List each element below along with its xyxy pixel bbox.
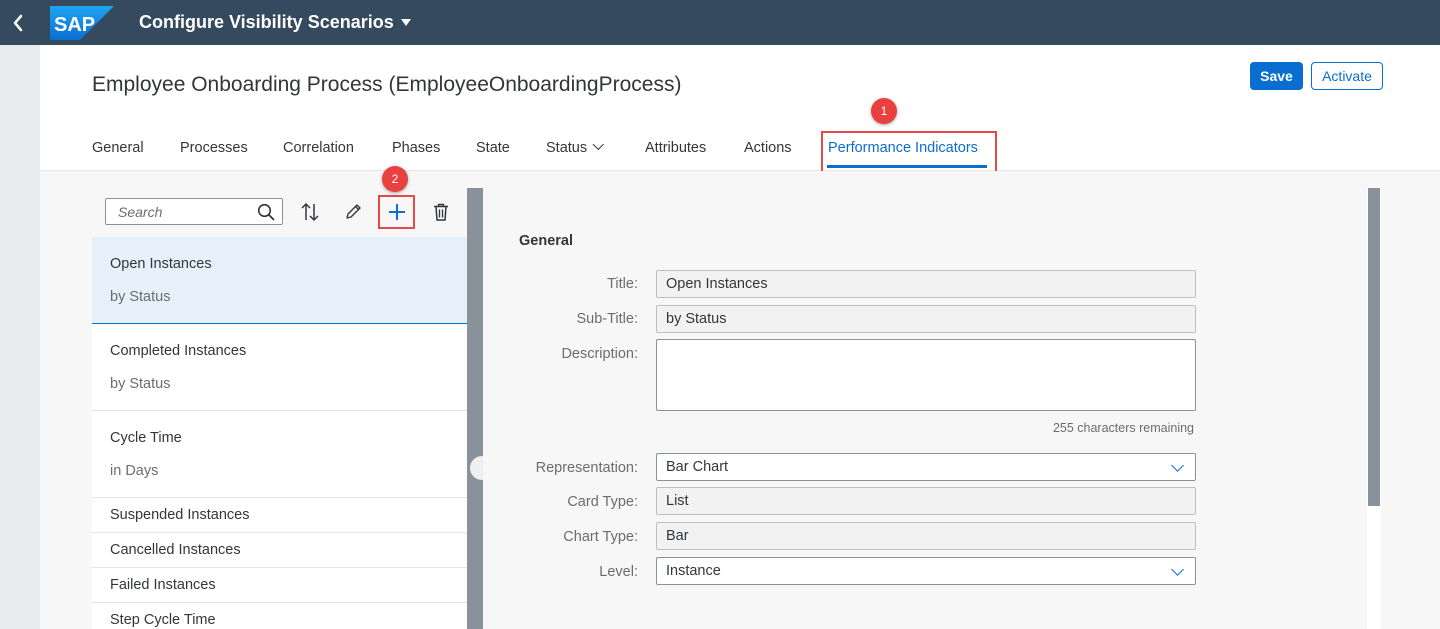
character-counter: 255 characters remaining xyxy=(1052,421,1194,435)
card-type-label: Card Type: xyxy=(567,494,638,510)
edit-button[interactable] xyxy=(341,200,365,224)
search-field[interactable] xyxy=(105,198,283,225)
indicator-list: Open Instances by Status Completed Insta… xyxy=(92,237,467,629)
list-item-subtitle: by Status xyxy=(110,289,171,305)
scrollbar-thumb[interactable] xyxy=(1368,188,1380,506)
representation-value: Bar Chart xyxy=(666,459,729,475)
section-title: General xyxy=(519,233,573,249)
title-value: Open Instances xyxy=(666,276,768,292)
card-type-value: List xyxy=(666,493,689,509)
list-toolbar: 2 xyxy=(92,166,467,237)
subtitle-value: by Status xyxy=(666,311,727,327)
list-item-suspended-instances[interactable]: Suspended Instances xyxy=(92,498,467,533)
level-value: Instance xyxy=(666,563,721,579)
master-list-panel: 2 Open Instances by Status Completed Ins… xyxy=(92,166,467,629)
chart-type-label: Chart Type: xyxy=(563,529,638,545)
list-item-completed-instances[interactable]: Completed Instances by Status xyxy=(92,324,467,411)
detail-panel: General Title: Open Instances Sub-Title:… xyxy=(483,188,1367,629)
chevron-down-icon xyxy=(592,138,605,151)
detail-scrollbar[interactable] xyxy=(1367,188,1381,629)
list-item-title: Completed Instances xyxy=(110,343,247,359)
chevron-left-icon xyxy=(13,14,23,31)
step-marker-2: 2 xyxy=(382,166,408,192)
chart-type-field: Bar xyxy=(656,522,1196,550)
pencil-icon xyxy=(346,204,361,219)
back-button[interactable] xyxy=(0,0,36,45)
content-area: 2 Open Instances by Status Completed Ins… xyxy=(40,166,1440,629)
subtitle-field: by Status xyxy=(656,305,1196,333)
caret-down-icon xyxy=(400,19,411,26)
chart-type-value: Bar xyxy=(666,528,689,544)
title-field: Open Instances xyxy=(656,270,1196,298)
list-item-cancelled-instances[interactable]: Cancelled Instances xyxy=(92,533,467,568)
tab-correlation[interactable]: Correlation xyxy=(283,140,354,156)
save-button[interactable]: Save xyxy=(1250,62,1303,90)
list-item-title: Step Cycle Time xyxy=(110,612,216,628)
panel-splitter[interactable] xyxy=(467,188,483,629)
tab-state[interactable]: State xyxy=(476,140,510,156)
subtitle-label: Sub-Title: xyxy=(576,311,638,327)
search-input[interactable] xyxy=(106,199,251,224)
delete-button[interactable] xyxy=(429,200,453,224)
description-textarea[interactable] xyxy=(656,339,1196,411)
description-label: Description: xyxy=(561,346,638,362)
list-item-subtitle: in Days xyxy=(110,463,159,479)
tab-attributes[interactable]: Attributes xyxy=(645,140,706,156)
list-item-subtitle: by Status xyxy=(110,376,171,392)
page: Employee Onboarding Process (EmployeeOnb… xyxy=(40,45,1440,629)
list-item-open-instances[interactable]: Open Instances by Status xyxy=(92,237,467,324)
search-icon[interactable] xyxy=(257,203,275,221)
highlight-box-add xyxy=(378,195,415,229)
svg-text:SAP: SAP xyxy=(54,14,95,36)
list-item-cycle-time[interactable]: Cycle Time in Days xyxy=(92,411,467,498)
app-title: Configure Visibility Scenarios xyxy=(139,12,394,32)
tab-bar: General Processes Correlation Phases Sta… xyxy=(40,127,1440,171)
list-item-title: Cancelled Instances xyxy=(110,542,241,558)
step-marker-1: 1 xyxy=(871,98,897,124)
title-label: Title: xyxy=(607,276,638,292)
object-header: Employee Onboarding Process (EmployeeOnb… xyxy=(40,45,1440,179)
level-select[interactable]: Instance xyxy=(656,557,1196,585)
sort-button[interactable] xyxy=(298,200,322,224)
level-label: Level: xyxy=(599,564,638,580)
tab-phases[interactable]: Phases xyxy=(392,140,440,156)
list-item-title: Open Instances xyxy=(110,256,212,272)
app-title-menu[interactable]: Configure Visibility Scenarios xyxy=(139,12,411,33)
card-type-field: List xyxy=(656,487,1196,515)
sort-icon xyxy=(301,202,319,222)
list-item-title: Suspended Instances xyxy=(110,507,250,523)
shell-bar: SAP Configure Visibility Scenarios xyxy=(0,0,1440,45)
tab-general[interactable]: General xyxy=(92,140,144,156)
tab-processes[interactable]: Processes xyxy=(180,140,248,156)
tab-status[interactable]: Status xyxy=(546,138,605,156)
sap-logo[interactable]: SAP xyxy=(50,5,114,40)
list-item-step-cycle-time[interactable]: Step Cycle Time xyxy=(92,603,467,629)
activate-button[interactable]: Activate xyxy=(1311,62,1383,90)
chevron-down-icon[interactable] xyxy=(1171,563,1184,576)
representation-select[interactable]: Bar Chart xyxy=(656,453,1196,481)
tab-actions[interactable]: Actions xyxy=(744,140,792,156)
trash-icon xyxy=(434,203,448,221)
page-title: Employee Onboarding Process (EmployeeOnb… xyxy=(92,73,682,96)
list-item-failed-instances[interactable]: Failed Instances xyxy=(92,568,467,603)
list-item-title: Cycle Time xyxy=(110,430,182,446)
list-item-title: Failed Instances xyxy=(110,577,216,593)
chevron-down-icon[interactable] xyxy=(1171,459,1184,472)
representation-label: Representation: xyxy=(535,460,638,476)
